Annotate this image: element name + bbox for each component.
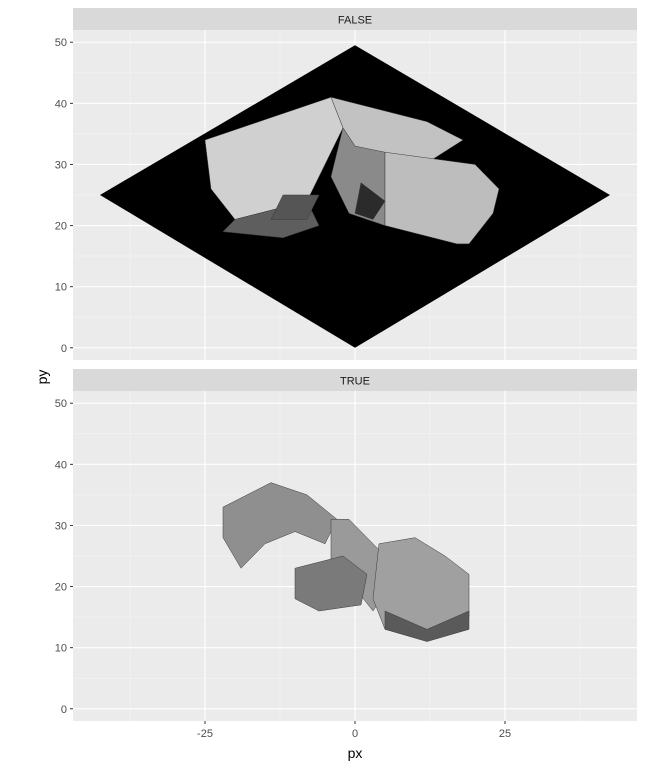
y-tick-label: 30 xyxy=(55,520,67,532)
y-tick-label: 20 xyxy=(55,582,67,594)
facet-panel-false: FALSE xyxy=(73,8,637,360)
y-tick-label: 10 xyxy=(55,643,67,655)
facet-strip-label-false: FALSE xyxy=(338,15,372,27)
y-tick-label: 30 xyxy=(55,159,67,171)
y-tick-label: 40 xyxy=(55,98,67,110)
y-axis-title: py xyxy=(34,370,50,385)
x-axis-title: px xyxy=(348,745,363,761)
y-tick-label: 50 xyxy=(55,398,67,410)
facet-panel-true: TRUE xyxy=(73,369,637,721)
y-tick-label: 20 xyxy=(55,221,67,233)
x-tick-label: -25 xyxy=(197,728,213,740)
y-tick-label: 10 xyxy=(55,282,67,294)
faceted-3d-render-chart: FALSE TRUE 0 10 20 30 40 50 0 10 20 30 40 50 -25 0 2… xyxy=(0,0,672,768)
y-tick-label: 0 xyxy=(61,343,67,355)
y-tick-label: 50 xyxy=(55,37,67,49)
y-tick-label: 0 xyxy=(61,704,67,716)
facet-strip-label-true: TRUE xyxy=(340,376,370,388)
x-tick-label: 25 xyxy=(499,728,511,740)
x-tick-label: 0 xyxy=(352,728,358,740)
y-tick-label: 40 xyxy=(55,459,67,471)
